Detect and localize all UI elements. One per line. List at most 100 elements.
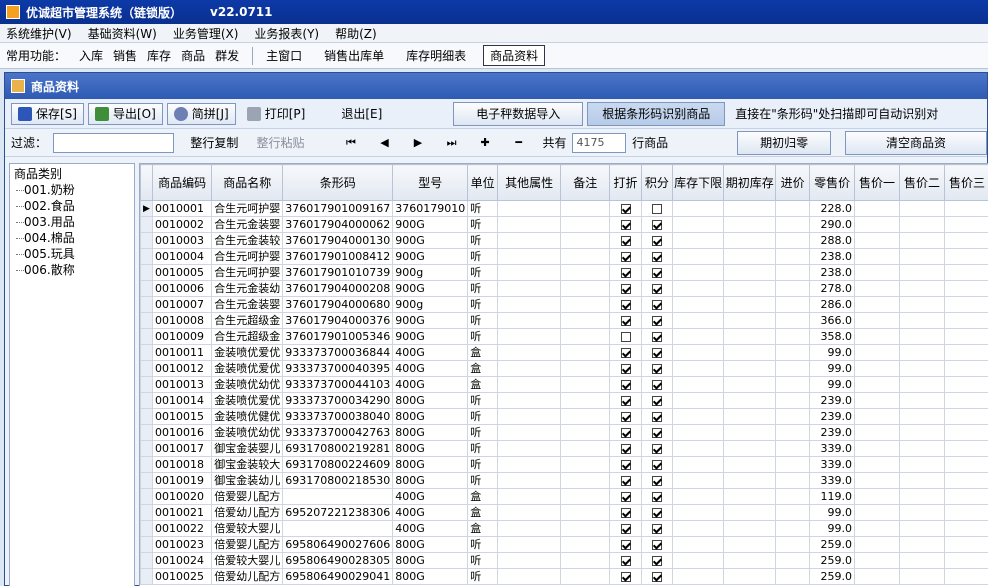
cell-name[interactable]: 金装喷优健优 bbox=[211, 408, 284, 425]
cell-cost[interactable] bbox=[775, 552, 811, 569]
cell-code[interactable]: 0010001 bbox=[151, 200, 213, 217]
cell-model[interactable]: 3760179010 bbox=[392, 200, 469, 217]
cell-unit[interactable]: 听 bbox=[467, 232, 498, 249]
cell-remark[interactable] bbox=[560, 264, 611, 281]
table-row[interactable]: 0010004 合生元呵护婴 376017901008412 900G 听 238.0 bbox=[140, 248, 988, 265]
cell-price-1[interactable] bbox=[854, 280, 900, 297]
cell-other-attr[interactable] bbox=[496, 216, 562, 233]
cell-stock-min[interactable] bbox=[671, 232, 725, 249]
clear-goods-button[interactable]: 清空商品资 bbox=[844, 130, 987, 155]
cell-unit[interactable]: 听 bbox=[467, 264, 498, 281]
cell-remark[interactable] bbox=[560, 568, 611, 585]
cell-discount[interactable] bbox=[609, 392, 642, 409]
points-checkbox[interactable] bbox=[651, 539, 662, 550]
cell-cost[interactable] bbox=[775, 456, 811, 473]
cell-name[interactable]: 合生元呵护婴 bbox=[211, 248, 284, 265]
cell-unit[interactable]: 听 bbox=[467, 216, 498, 233]
discount-checkbox[interactable] bbox=[620, 379, 631, 390]
window-tab-stock-detail[interactable]: 库存明细表 bbox=[401, 47, 471, 64]
cell-opening-stock[interactable] bbox=[723, 488, 777, 505]
cell-price-1[interactable] bbox=[854, 360, 900, 377]
cell-price-3[interactable] bbox=[943, 488, 988, 505]
col-header-barcode[interactable]: 条形码 bbox=[282, 164, 394, 201]
cell-cost[interactable] bbox=[775, 520, 811, 537]
cell-cost[interactable] bbox=[775, 200, 811, 217]
discount-checkbox[interactable] bbox=[620, 283, 631, 294]
cell-retail-price[interactable]: 259.0 bbox=[809, 568, 856, 585]
save-button[interactable]: 保存[S] bbox=[11, 102, 84, 125]
cell-code[interactable]: 0010004 bbox=[151, 248, 213, 265]
cell-discount[interactable] bbox=[609, 440, 642, 457]
cell-barcode[interactable]: 695806490029041 bbox=[282, 568, 394, 585]
cell-points[interactable] bbox=[641, 472, 673, 489]
cell-model[interactable]: 900g bbox=[392, 264, 469, 281]
cell-retail-price[interactable]: 239.0 bbox=[809, 424, 856, 441]
cell-price-2[interactable] bbox=[898, 536, 945, 553]
cell-price-3[interactable] bbox=[943, 328, 988, 345]
cell-retail-price[interactable]: 358.0 bbox=[809, 328, 856, 345]
discount-checkbox[interactable] bbox=[620, 411, 631, 422]
cell-code[interactable]: 0010006 bbox=[151, 280, 213, 297]
cell-remark[interactable] bbox=[560, 360, 611, 377]
cell-name[interactable]: 倍爱较大婴儿 bbox=[211, 520, 284, 537]
cell-price-1[interactable] bbox=[854, 424, 900, 441]
cell-remark[interactable] bbox=[560, 232, 611, 249]
cell-retail-price[interactable]: 238.0 bbox=[809, 248, 856, 265]
cell-points[interactable] bbox=[641, 344, 673, 361]
cell-price-2[interactable] bbox=[898, 280, 945, 297]
row-header[interactable] bbox=[140, 328, 153, 345]
cell-price-2[interactable] bbox=[898, 200, 945, 217]
cell-unit[interactable]: 盒 bbox=[467, 488, 498, 505]
cell-retail-price[interactable]: 366.0 bbox=[809, 312, 856, 329]
cell-price-2[interactable] bbox=[898, 248, 945, 265]
scale-import-button[interactable]: 电子秤数据导入 bbox=[453, 101, 584, 126]
cell-remark[interactable] bbox=[560, 552, 611, 569]
cell-stock-min[interactable] bbox=[671, 360, 725, 377]
cell-price-1[interactable] bbox=[854, 440, 900, 457]
cell-stock-min[interactable] bbox=[671, 280, 725, 297]
cell-stock-min[interactable] bbox=[671, 312, 725, 329]
cell-model[interactable]: 900G bbox=[392, 216, 469, 233]
cell-model[interactable]: 800G bbox=[392, 392, 469, 409]
cell-model[interactable]: 400G bbox=[392, 504, 469, 521]
cell-name[interactable]: 倍爱婴儿配方 bbox=[211, 488, 284, 505]
cell-price-1[interactable] bbox=[854, 296, 900, 313]
cell-remark[interactable] bbox=[560, 328, 611, 345]
cell-other-attr[interactable] bbox=[496, 232, 562, 249]
cell-stock-min[interactable] bbox=[671, 488, 725, 505]
cell-stock-min[interactable] bbox=[671, 296, 725, 313]
window-tab-sales-outbound[interactable]: 销售出库单 bbox=[319, 47, 389, 64]
cell-unit[interactable]: 盒 bbox=[467, 360, 498, 377]
cell-discount[interactable] bbox=[609, 248, 642, 265]
cell-price-3[interactable] bbox=[943, 200, 988, 217]
cell-points[interactable] bbox=[641, 456, 673, 473]
cell-model[interactable]: 800G bbox=[392, 568, 469, 585]
cell-discount[interactable] bbox=[609, 408, 642, 425]
col-header-discount[interactable]: 打折 bbox=[609, 164, 642, 201]
cell-barcode[interactable]: 376017901010739 bbox=[282, 264, 394, 281]
cell-name[interactable]: 倍爱婴儿配方 bbox=[211, 536, 284, 553]
cell-cost[interactable] bbox=[775, 264, 811, 281]
cell-code[interactable]: 0010014 bbox=[151, 392, 213, 409]
discount-checkbox[interactable] bbox=[620, 475, 631, 486]
cell-price-1[interactable] bbox=[854, 376, 900, 393]
table-row[interactable]: 0010023 倍爱婴儿配方 695806490027606 800G 听 259.0 bbox=[140, 536, 988, 553]
quick-goods[interactable]: 商品 bbox=[176, 47, 210, 64]
filter-input[interactable] bbox=[53, 132, 175, 153]
cell-price-3[interactable] bbox=[943, 504, 988, 521]
discount-checkbox[interactable] bbox=[620, 219, 631, 230]
cell-code[interactable]: 0010005 bbox=[151, 264, 213, 281]
cell-stock-min[interactable] bbox=[671, 344, 725, 361]
cell-points[interactable] bbox=[641, 312, 673, 329]
cell-remark[interactable] bbox=[560, 472, 611, 489]
cell-name[interactable]: 金装喷优爱优 bbox=[211, 360, 284, 377]
cell-retail-price[interactable]: 99.0 bbox=[809, 360, 856, 377]
cell-cost[interactable] bbox=[775, 472, 811, 489]
cell-model[interactable]: 800G bbox=[392, 536, 469, 553]
discount-checkbox[interactable] bbox=[620, 491, 631, 502]
cell-price-1[interactable] bbox=[854, 552, 900, 569]
cell-code[interactable]: 0010009 bbox=[151, 328, 213, 345]
row-header[interactable] bbox=[140, 216, 153, 233]
cell-price-3[interactable] bbox=[943, 440, 988, 457]
points-checkbox[interactable] bbox=[651, 267, 662, 278]
